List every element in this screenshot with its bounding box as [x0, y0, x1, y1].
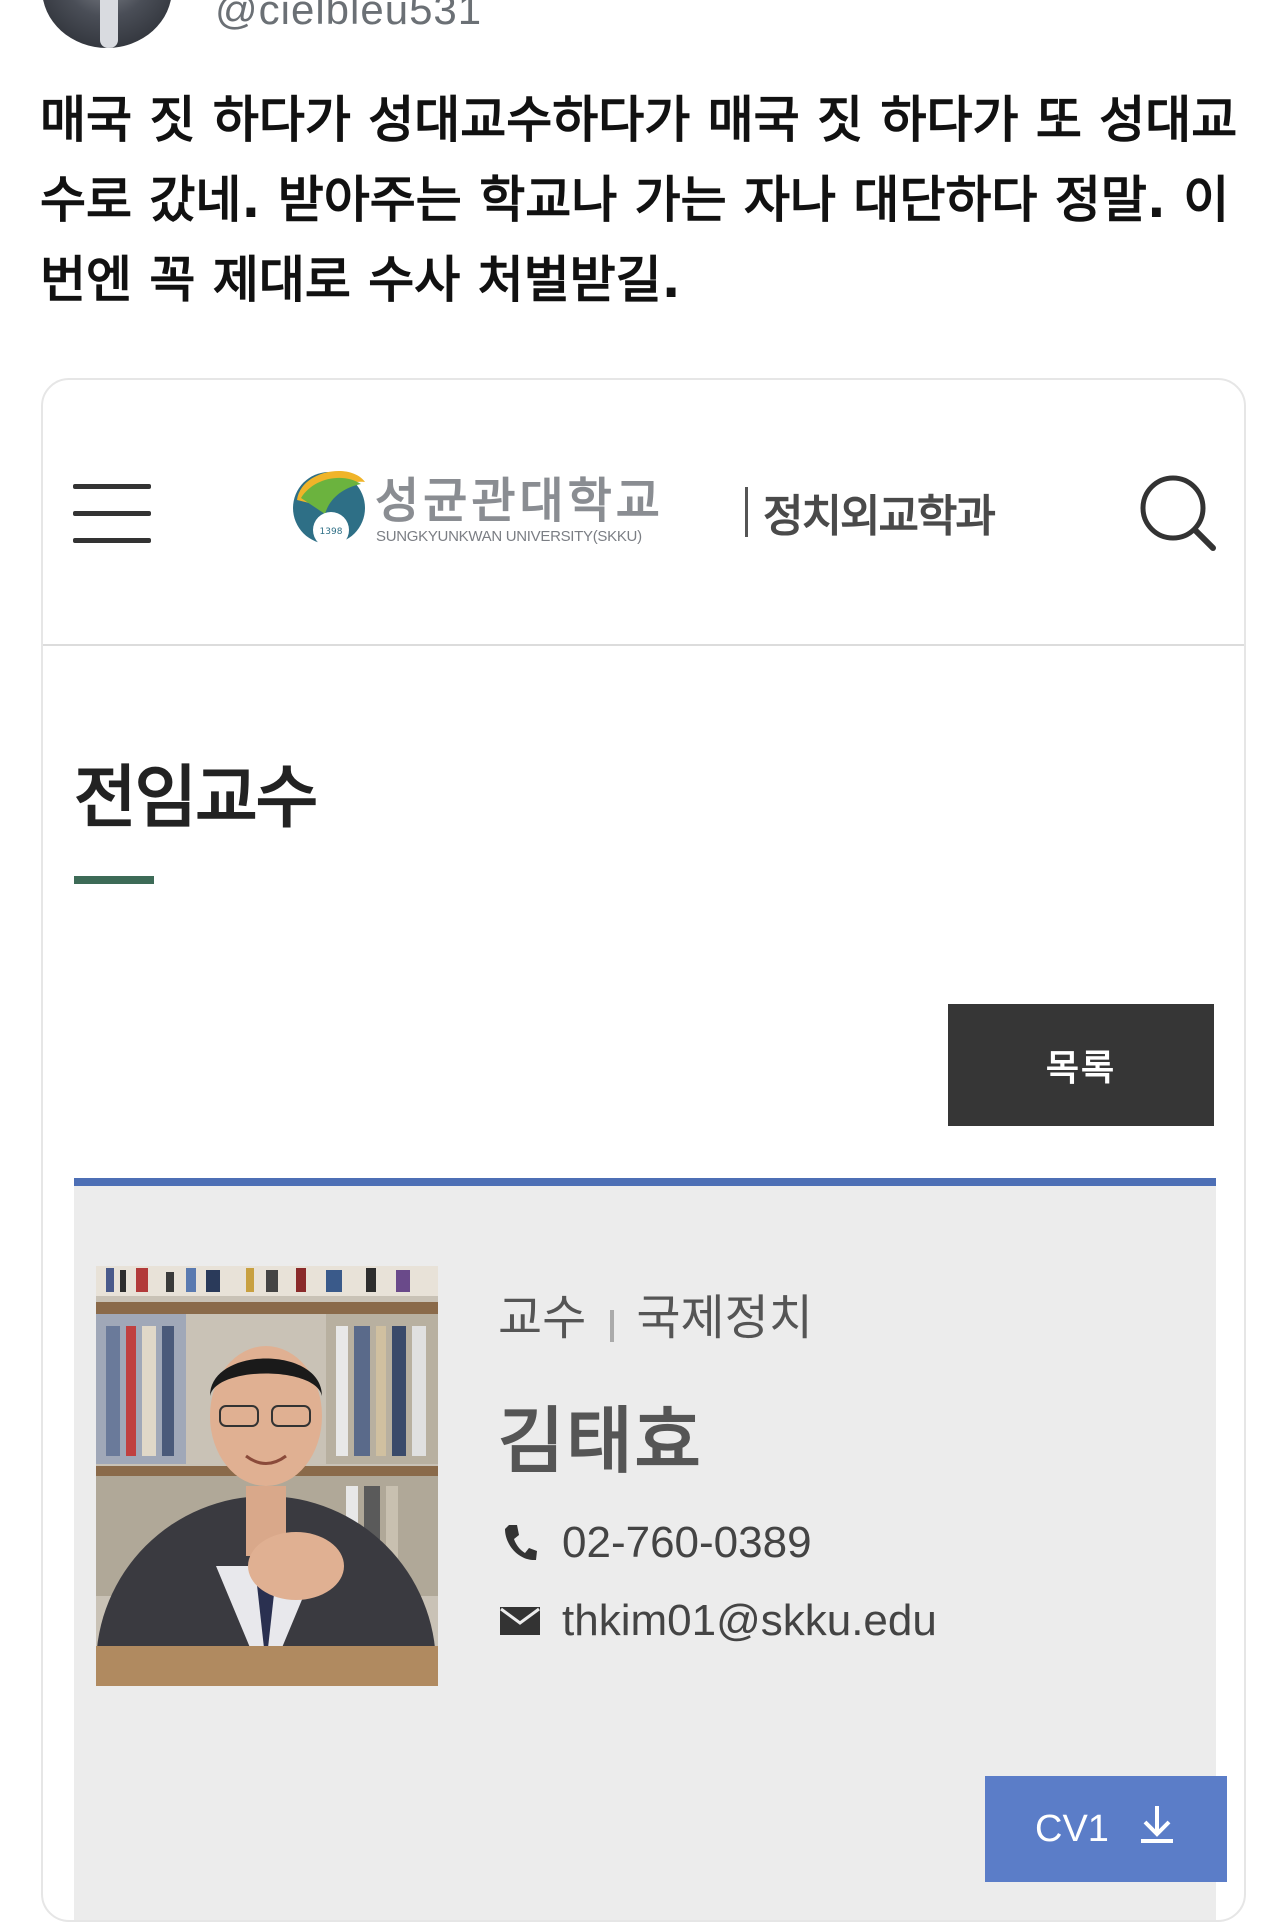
- profile-panel: 교수 국제정치 김태효 02-760-0389 thkim01@skku.edu …: [74, 1178, 1227, 1920]
- user-handle[interactable]: @cielbleu531: [215, 0, 482, 34]
- phone-row[interactable]: 02-760-0389: [498, 1518, 812, 1568]
- tweet-text: 매국 짓 하다가 성대교수하다가 매국 짓 하다가 또 성대교수로 갔네. 받아…: [40, 91, 1238, 309]
- professor-rank-field: 교수 국제정치: [498, 1278, 813, 1348]
- list-button[interactable]: 목록: [948, 1004, 1214, 1126]
- site-header: 1398 성균관대학교 SUNGKYUNKWAN UNIVERSITY(SKKU…: [43, 380, 1244, 646]
- ginkgo-emblem-icon: 1398: [293, 470, 365, 548]
- logo-english-text: SUNGKYUNKWAN UNIVERSITY(SKKU): [376, 528, 642, 545]
- hamburger-icon[interactable]: [73, 482, 153, 546]
- professor-field: 국제정치: [636, 1290, 813, 1346]
- phone-icon: [498, 1521, 542, 1565]
- logo-year: 1398: [320, 527, 343, 537]
- logo-korean-text: 성균관대학교: [375, 473, 664, 529]
- page-title: 전임교수: [74, 759, 318, 838]
- department-name[interactable]: 정치외교학과: [763, 480, 996, 544]
- download-icon: [1137, 1804, 1177, 1854]
- search-icon[interactable]: [1133, 468, 1223, 558]
- user-avatar[interactable]: [42, 0, 172, 48]
- professor-name: 김태효: [498, 1399, 703, 1483]
- embedded-screenshot: 1398 성균관대학교 SUNGKYUNKWAN UNIVERSITY(SKKU…: [41, 378, 1246, 1922]
- professor-rank: 교수: [498, 1290, 587, 1346]
- phone-number[interactable]: 02-760-0389: [562, 1518, 812, 1568]
- cv-download-button[interactable]: CV1: [985, 1776, 1227, 1882]
- mail-icon: [498, 1599, 542, 1643]
- email-row[interactable]: thkim01@skku.edu: [498, 1596, 937, 1646]
- title-underline: [74, 876, 154, 884]
- rank-separator: [610, 1310, 615, 1342]
- university-logo[interactable]: 1398 성균관대학교 SUNGKYUNKWAN UNIVERSITY(SKKU…: [291, 455, 751, 575]
- cv-label: CV1: [1035, 1807, 1109, 1850]
- professor-photo: [96, 1266, 438, 1686]
- divider: [745, 487, 748, 537]
- email-address[interactable]: thkim01@skku.edu: [562, 1596, 937, 1646]
